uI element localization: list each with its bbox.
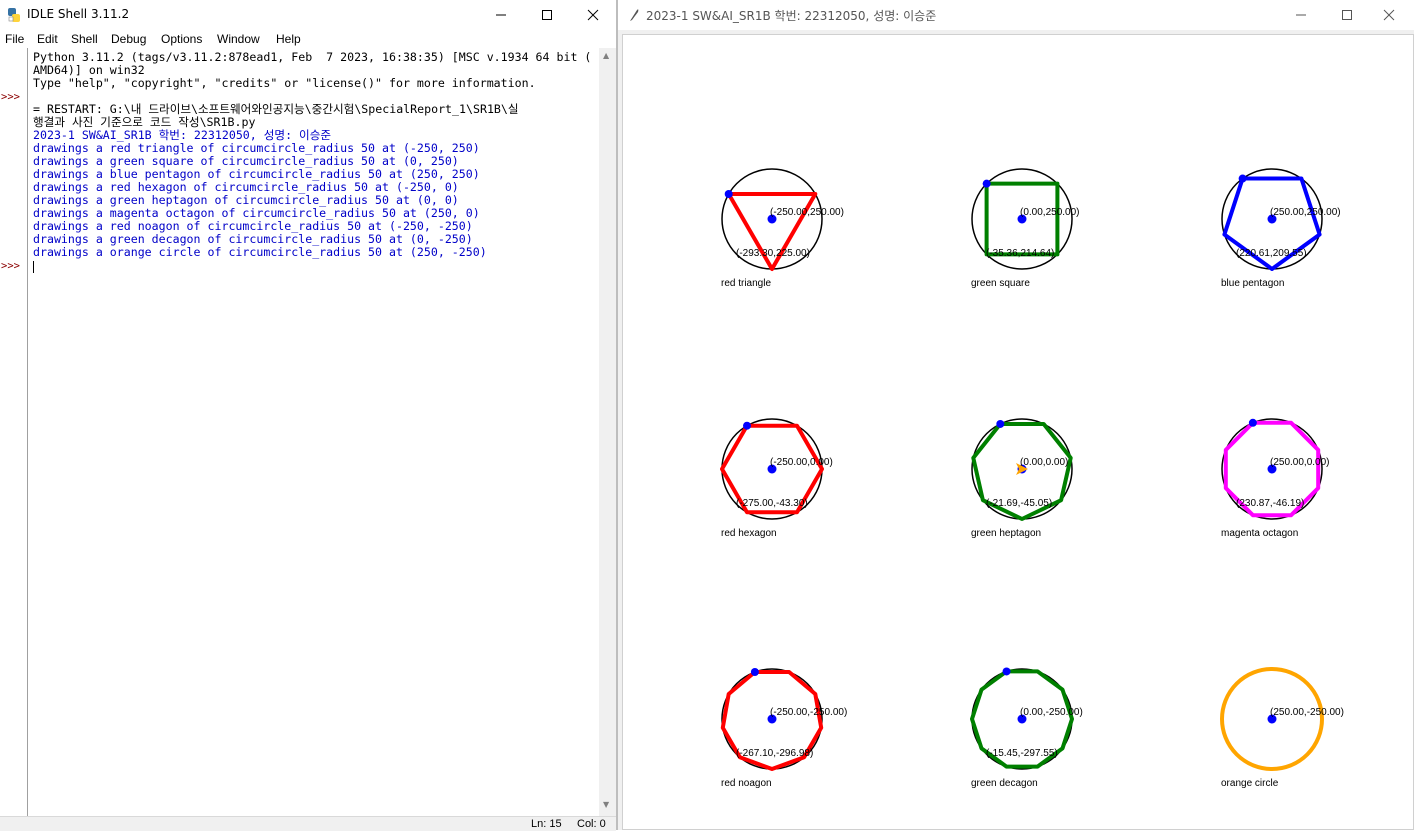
python-icon — [8, 8, 20, 22]
shape-label: red triangle — [721, 278, 771, 289]
maximize-icon — [542, 10, 552, 20]
shape-label: magenta octagon — [1221, 528, 1298, 539]
maximize-button[interactable] — [524, 0, 570, 30]
shape-label: orange circle — [1221, 778, 1279, 789]
turtle-canvas[interactable]: (-250.00,250.00) (-293.30,225.00) red tria… — [622, 34, 1414, 830]
start-dot — [750, 668, 759, 677]
idle-title-bar[interactable]: IDLE Shell 3.11.2 — [0, 0, 616, 30]
scroll-up-icon[interactable]: ▲ — [603, 51, 609, 60]
menu-shell[interactable]: Shell — [71, 32, 98, 46]
minimize-icon — [1296, 14, 1306, 16]
center-coordinate: (0.00,0.00) — [1020, 457, 1068, 468]
output-line: drawings a orange circle of circumcircle… — [33, 245, 487, 259]
close-icon — [587, 9, 599, 21]
start-coordinate: (230.87,-46.19) — [1236, 498, 1304, 509]
minimize-button[interactable] — [478, 0, 524, 30]
menu-help[interactable]: Help — [276, 32, 301, 46]
menu-options[interactable]: Options — [161, 32, 202, 46]
feather-icon — [630, 9, 639, 21]
text-cursor — [33, 261, 34, 273]
menu-edit[interactable]: Edit — [37, 32, 58, 46]
prompt-marker: >>> — [1, 91, 20, 103]
shape-label: green square — [971, 278, 1030, 289]
shape-label: blue pentagon — [1221, 278, 1284, 289]
start-dot — [1002, 667, 1011, 676]
start-coordinate: (-15.45,-297.55) — [986, 748, 1058, 759]
shape-label: green decagon — [971, 778, 1038, 789]
start-dot — [724, 190, 733, 198]
close-icon — [1383, 9, 1395, 21]
start-coordinate: (-267.10,-296.98) — [736, 748, 813, 759]
maximize-icon — [1342, 10, 1352, 20]
start-coordinate: (-293.30,225.00) — [736, 248, 810, 259]
shape-label: red hexagon — [721, 528, 777, 539]
menu-file[interactable]: File — [5, 32, 24, 46]
center-coordinate: (0.00,250.00) — [1020, 207, 1080, 218]
start-dot — [1238, 174, 1247, 183]
idle-title: IDLE Shell 3.11.2 — [27, 7, 130, 21]
vertical-scrollbar[interactable]: ▲ ▼ — [599, 48, 616, 816]
turtle-graphics-window: 2023-1 SW&AI_SR1B 학번: 22312050, 성명: 이승준 … — [616, 0, 1414, 830]
shell-line: Type "help", "copyright", "credits" or "… — [33, 76, 536, 90]
status-bar: Ln: 15 Col: 0 — [0, 816, 616, 831]
start-dot — [982, 179, 991, 188]
start-coordinate: (-275.00,-43.30) — [736, 498, 808, 509]
start-coordinate: (220.61,209.55) — [1236, 248, 1307, 259]
start-coordinate: (-21.69,-45.05) — [986, 498, 1052, 509]
column-number: Col: 0 — [577, 818, 606, 830]
center-coordinate: (250.00,-250.00) — [1270, 707, 1344, 718]
center-coordinate: (250.00,250.00) — [1270, 207, 1341, 218]
shape-label: red noagon — [721, 778, 772, 789]
start-dot — [996, 419, 1005, 428]
prompt-gutter: >>> >>> — [0, 48, 28, 816]
turtle-title: 2023-1 SW&AI_SR1B 학번: 22312050, 성명: 이승준 — [646, 9, 937, 23]
shell-output[interactable]: Python 3.11.2 (tags/v3.11.2:878ead1, Feb… — [33, 51, 598, 811]
menu-debug[interactable]: Debug — [111, 32, 146, 46]
turtle-title-bar[interactable]: 2023-1 SW&AI_SR1B 학번: 22312050, 성명: 이승준 — [618, 0, 1414, 30]
close-button[interactable] — [1366, 0, 1412, 30]
start-coordinate: (-35.36,214.64) — [986, 248, 1054, 259]
start-dot — [743, 421, 751, 430]
line-number: Ln: 15 — [531, 818, 562, 830]
center-coordinate: (0.00,-250.00) — [1020, 707, 1083, 718]
close-button[interactable] — [570, 0, 616, 30]
start-dot — [1248, 418, 1257, 427]
shape-label: green heptagon — [971, 528, 1041, 539]
prompt-marker: >>> — [1, 260, 20, 272]
idle-shell-window: IDLE Shell 3.11.2 File Edit Shell Debug … — [0, 0, 616, 831]
center-coordinate: (-250.00,0.00) — [770, 457, 833, 468]
center-coordinate: (-250.00,-250.00) — [770, 707, 847, 718]
maximize-button[interactable] — [1324, 0, 1370, 30]
center-coordinate: (250.00,0.00) — [1270, 457, 1330, 468]
minimize-icon — [496, 14, 506, 16]
center-coordinate: (-250.00,250.00) — [770, 207, 844, 218]
menu-window[interactable]: Window — [217, 32, 260, 46]
drawing-canvas: (-250.00,250.00) (-293.30,225.00) red tria… — [720, 168, 1344, 789]
scroll-down-icon[interactable]: ▼ — [603, 800, 609, 809]
menu-bar: File Edit Shell Debug Options Window Hel… — [0, 30, 616, 48]
minimize-button[interactable] — [1278, 0, 1324, 30]
